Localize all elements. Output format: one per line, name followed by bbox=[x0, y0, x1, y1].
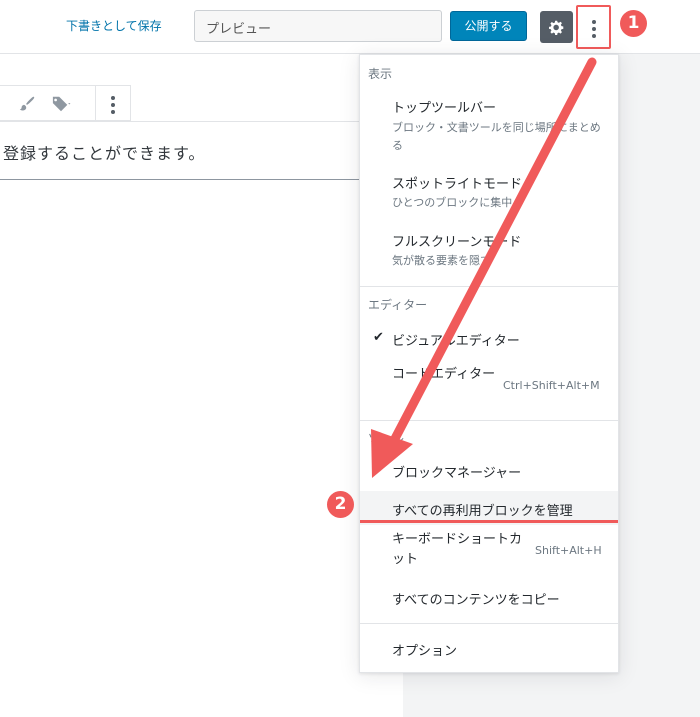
step-1-badge: 1 bbox=[620, 10, 647, 37]
menu-item-description: 気が散る要素を隠す bbox=[392, 254, 491, 267]
menu-item-label: トップツールバー bbox=[392, 101, 497, 116]
editor-header: 下書きとして保存 プレビュー 公開する bbox=[0, 0, 700, 54]
gear-icon bbox=[549, 20, 564, 35]
settings-button[interactable] bbox=[540, 11, 573, 43]
menu-separator bbox=[360, 286, 618, 287]
menu-item-label: すべての再利用ブロックを管理 bbox=[392, 504, 573, 519]
menu-group-label-tools: ツール bbox=[368, 431, 405, 445]
menu-item-shortcut: Ctrl+Shift+Alt+M bbox=[503, 379, 600, 392]
menu-group-label-view: 表示 bbox=[368, 67, 393, 81]
brush-icon[interactable] bbox=[18, 95, 36, 117]
step-2-badge: 2 bbox=[327, 491, 354, 518]
menu-item-label: オプション bbox=[392, 644, 458, 659]
menu-item-description: ブロック・文書ツールを同じ場所にまとめる bbox=[392, 121, 601, 152]
more-tools-button[interactable] bbox=[576, 5, 611, 49]
preview-button[interactable]: プレビュー bbox=[194, 10, 442, 42]
menu-item-label: ビジュアルエディター bbox=[392, 334, 520, 349]
menu-item-label: ブロックマネージャー bbox=[392, 466, 522, 481]
menu-item-label: フルスクリーンモード bbox=[392, 235, 522, 250]
menu-item-label: スポットライトモード bbox=[392, 177, 523, 192]
menu-group-label-editor: エディター bbox=[368, 298, 428, 312]
paragraph-text[interactable]: 登録することができます。 bbox=[3, 140, 205, 164]
toolbar-divider bbox=[95, 86, 96, 120]
publish-button[interactable]: 公開する bbox=[450, 11, 527, 41]
menu-item-shortcut: Shift+Alt+H bbox=[535, 544, 602, 557]
block-toolbar bbox=[0, 85, 131, 121]
menu-item-label: すべてのコンテンツをコピー bbox=[392, 593, 560, 608]
save-draft-button[interactable]: 下書きとして保存 bbox=[66, 17, 162, 34]
menu-item-label: コードエディター bbox=[392, 367, 496, 382]
tag-icon[interactable] bbox=[50, 95, 72, 117]
highlight-underline bbox=[360, 520, 618, 523]
more-tools-menu: 表示 トップツールバー ブロック・文書ツールを同じ場所にまとめる スポットライト… bbox=[359, 54, 619, 673]
paragraph-block[interactable]: 登録することができます。 bbox=[0, 121, 360, 180]
menu-item-label: キーボードショートカット bbox=[392, 532, 523, 567]
menu-separator bbox=[360, 623, 618, 624]
menu-item-description: ひとつのブロックに集中 bbox=[392, 196, 513, 209]
checkmark-icon: ✔ bbox=[373, 330, 384, 345]
menu-separator bbox=[360, 420, 618, 421]
